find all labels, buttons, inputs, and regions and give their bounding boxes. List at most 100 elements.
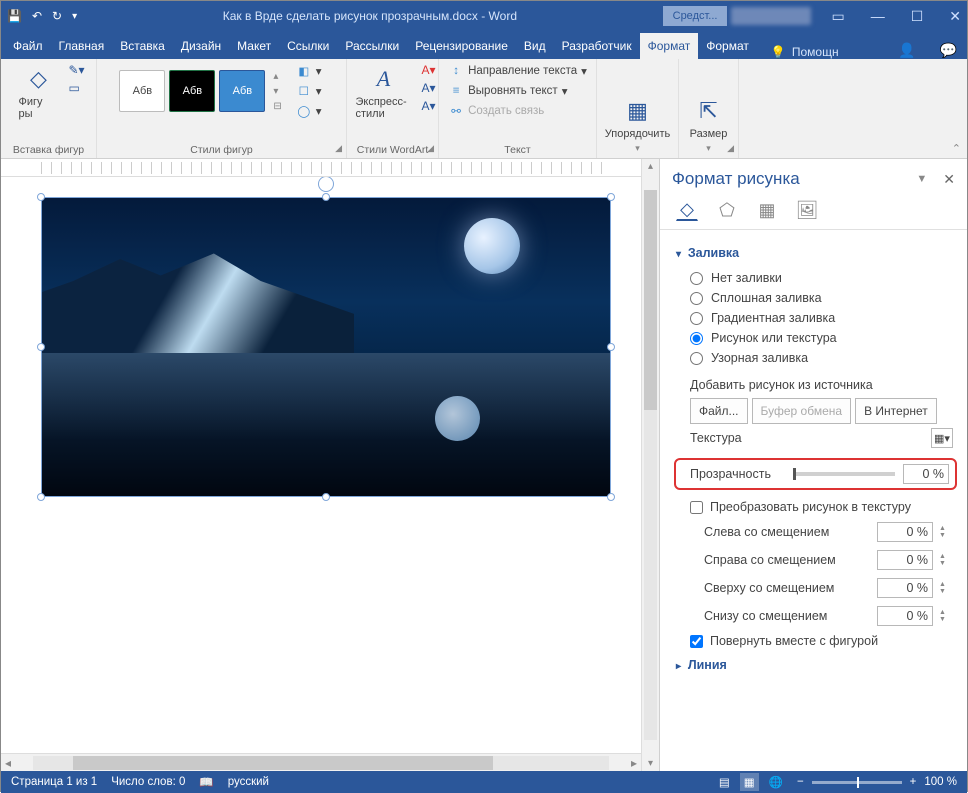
status-word-count[interactable]: Число слов: 0 bbox=[111, 776, 185, 788]
pane-tab-fill-icon[interactable]: ◇ bbox=[676, 199, 698, 221]
zoom-thumb[interactable] bbox=[857, 777, 859, 788]
ribbon-options-icon[interactable]: ▭ bbox=[831, 8, 844, 25]
shape-effects-button[interactable]: ◯▾ bbox=[294, 103, 324, 119]
offset-top-value[interactable]: 0 % bbox=[877, 578, 933, 598]
fill-gradient-row[interactable]: Градиентная заливка bbox=[676, 308, 953, 328]
view-read-icon[interactable]: ▤ bbox=[719, 775, 730, 789]
vertical-scrollbar[interactable]: ▴ ▾ bbox=[641, 159, 659, 771]
scroll-down-icon[interactable]: ▾ bbox=[642, 758, 659, 771]
tab-design[interactable]: Дизайн bbox=[173, 33, 229, 59]
maximize-icon[interactable]: ☐ bbox=[911, 8, 924, 25]
tab-developer[interactable]: Разработчик bbox=[554, 33, 640, 59]
status-language[interactable]: русский bbox=[228, 776, 269, 788]
tab-references[interactable]: Ссылки bbox=[279, 33, 337, 59]
resize-handle-r[interactable] bbox=[607, 343, 615, 351]
fill-pattern-row[interactable]: Узорная заливка bbox=[676, 348, 953, 368]
tab-mailings[interactable]: Рассылки bbox=[337, 33, 407, 59]
rotate-handle[interactable] bbox=[318, 177, 334, 192]
shape-fill-button[interactable]: ◧▾ bbox=[294, 63, 324, 79]
section-fill-header[interactable]: Заливка bbox=[676, 240, 953, 268]
size-button[interactable]: ⇱ Размер ▾ bbox=[684, 95, 734, 156]
horizontal-scrollbar[interactable]: ◂ ▸ bbox=[1, 753, 641, 771]
edit-shape-icon[interactable]: ✎▾ bbox=[68, 63, 84, 77]
arrange-button[interactable]: ▦ Упорядочить ▾ bbox=[599, 95, 676, 156]
shapes-button[interactable]: ◇ Фигу ры bbox=[12, 63, 64, 122]
zoom-slider[interactable] bbox=[812, 781, 902, 784]
tab-format-picture[interactable]: Формат bbox=[698, 33, 757, 59]
express-styles-button[interactable]: A Экспресс-стили bbox=[349, 63, 417, 122]
texture-picker-button[interactable]: ▦▾ bbox=[931, 428, 953, 448]
offset-right-spinner[interactable]: ▲▼ bbox=[939, 553, 953, 567]
tab-file[interactable]: Файл bbox=[5, 33, 51, 59]
pane-tab-picture-icon[interactable]: 🖼 bbox=[796, 199, 818, 221]
tab-insert[interactable]: Вставка bbox=[112, 33, 173, 59]
transparency-slider[interactable] bbox=[793, 472, 895, 476]
text-direction-button[interactable]: ↕Направление текста▾ bbox=[446, 63, 589, 79]
proofing-icon[interactable]: 📖 bbox=[199, 775, 213, 789]
resize-handle-tl[interactable] bbox=[37, 193, 45, 201]
offset-bottom-value[interactable]: 0 % bbox=[877, 606, 933, 626]
text-outline-button[interactable]: A▾ bbox=[421, 81, 435, 95]
radio-fill-solid[interactable] bbox=[690, 292, 703, 305]
pane-tab-layout-icon[interactable]: ▦ bbox=[756, 199, 778, 221]
radio-fill-gradient[interactable] bbox=[690, 312, 703, 325]
scroll-up-icon[interactable]: ▴ bbox=[642, 159, 659, 172]
horizontal-ruler[interactable] bbox=[1, 159, 641, 177]
shape-outline-button[interactable]: ☐▾ bbox=[294, 83, 324, 99]
view-web-icon[interactable]: 🌐 bbox=[769, 775, 783, 789]
tab-layout[interactable]: Макет bbox=[229, 33, 279, 59]
radio-fill-picture[interactable] bbox=[690, 332, 703, 345]
resize-handle-b[interactable] bbox=[322, 493, 330, 501]
insert-from-file-button[interactable]: Файл... bbox=[690, 398, 748, 424]
shape-style-3[interactable]: Абв bbox=[219, 70, 265, 112]
hscroll-thumb[interactable] bbox=[73, 756, 493, 770]
contextual-tools-label[interactable]: Средст... bbox=[663, 6, 728, 26]
transparency-value[interactable]: 0 % bbox=[903, 464, 949, 484]
gallery-up-icon[interactable]: ▴ bbox=[273, 71, 281, 82]
radio-fill-none[interactable] bbox=[690, 272, 703, 285]
zoom-in-icon[interactable]: + bbox=[910, 776, 917, 788]
pane-options-icon[interactable]: ▼ bbox=[916, 173, 927, 185]
scroll-right-icon[interactable]: ▸ bbox=[627, 756, 641, 770]
text-fill-button[interactable]: A▾ bbox=[421, 63, 435, 77]
tab-view[interactable]: Вид bbox=[516, 33, 554, 59]
tell-me[interactable]: 💡 Помощн bbox=[771, 45, 839, 59]
vscroll-thumb[interactable] bbox=[644, 190, 657, 410]
insert-from-web-button[interactable]: В Интернет bbox=[855, 398, 937, 424]
share-icon[interactable]: 👤 bbox=[898, 42, 915, 59]
offset-bottom-spinner[interactable]: ▲▼ bbox=[939, 609, 953, 623]
scroll-left-icon[interactable]: ◂ bbox=[1, 756, 15, 770]
offset-left-spinner[interactable]: ▲▼ bbox=[939, 525, 953, 539]
dialog-launcher-size[interactable]: ◢ bbox=[727, 143, 734, 154]
minimize-icon[interactable]: — bbox=[871, 8, 885, 25]
resize-handle-br[interactable] bbox=[607, 493, 615, 501]
pane-close-icon[interactable]: ✕ bbox=[943, 171, 955, 188]
chk-rotate-with-shape[interactable] bbox=[690, 635, 703, 648]
status-page[interactable]: Страница 1 из 1 bbox=[11, 776, 97, 788]
undo-icon[interactable]: ↶ bbox=[32, 9, 42, 23]
radio-fill-pattern[interactable] bbox=[690, 352, 703, 365]
text-box-icon[interactable]: ▭ bbox=[68, 81, 84, 95]
document-canvas[interactable] bbox=[1, 177, 641, 753]
shape-style-2[interactable]: Абв bbox=[169, 70, 215, 112]
collapse-ribbon-icon[interactable]: ⌃ bbox=[952, 142, 961, 155]
dialog-launcher-shape-styles[interactable]: ◢ bbox=[335, 143, 342, 154]
resize-handle-l[interactable] bbox=[37, 343, 45, 351]
view-print-icon[interactable]: ▦ bbox=[740, 773, 759, 791]
offset-left-value[interactable]: 0 % bbox=[877, 522, 933, 542]
section-line-header[interactable]: Линия bbox=[676, 652, 953, 680]
fill-none-row[interactable]: Нет заливки bbox=[676, 268, 953, 288]
comments-icon[interactable]: 💬 bbox=[940, 42, 957, 59]
offset-top-spinner[interactable]: ▲▼ bbox=[939, 581, 953, 595]
fill-picture-row[interactable]: Рисунок или текстура bbox=[676, 328, 953, 348]
transparency-thumb[interactable] bbox=[793, 468, 796, 480]
dialog-launcher-wordart[interactable]: ◢ bbox=[427, 143, 434, 154]
redo-icon[interactable]: ↻ bbox=[52, 9, 62, 23]
tab-format-drawing[interactable]: Формат bbox=[640, 33, 699, 59]
tab-review[interactable]: Рецензирование bbox=[407, 33, 516, 59]
selected-picture[interactable] bbox=[41, 197, 611, 497]
offset-right-value[interactable]: 0 % bbox=[877, 550, 933, 570]
resize-handle-tr[interactable] bbox=[607, 193, 615, 201]
zoom-value[interactable]: 100 % bbox=[924, 776, 957, 788]
gallery-more-icon[interactable]: ⊟ bbox=[273, 101, 281, 112]
